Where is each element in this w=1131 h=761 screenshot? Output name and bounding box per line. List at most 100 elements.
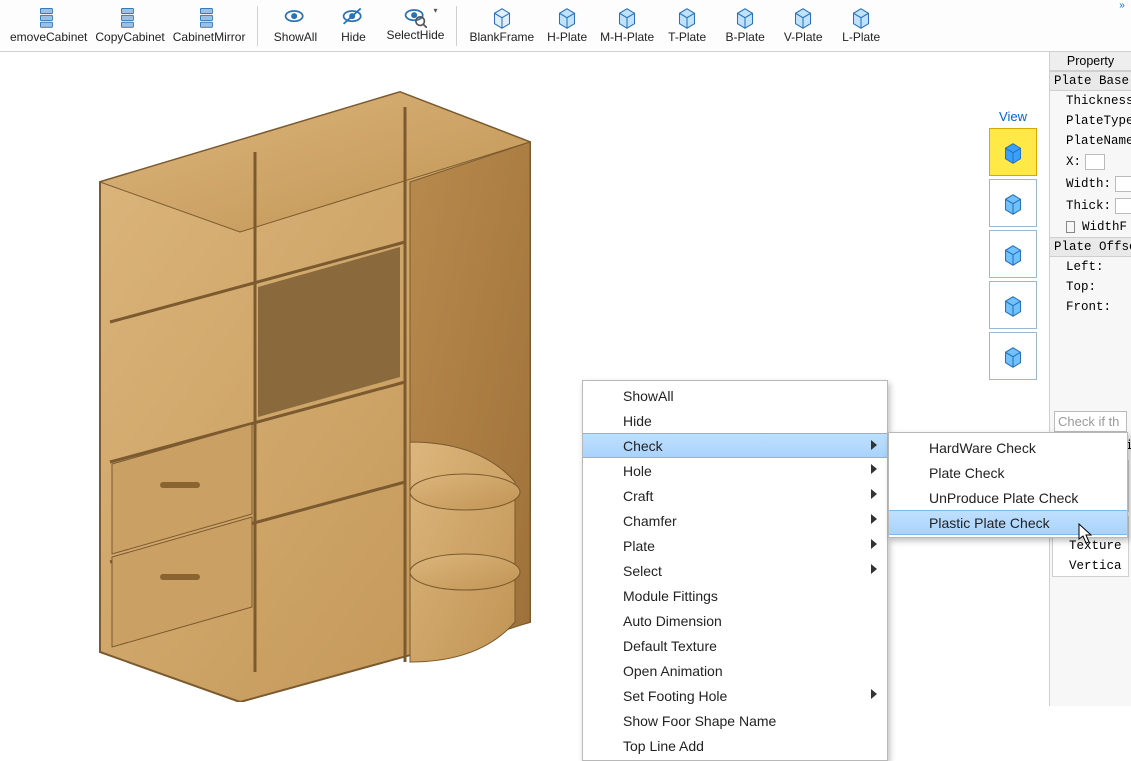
context-menu[interactable]: ShowAll Hide CheckHole Craft Chamfer PlateSel… <box>582 380 888 761</box>
ctx-item[interactable]: Open Animation <box>583 658 887 683</box>
submenu-arrow-icon <box>871 489 877 499</box>
ctx-item[interactable]: Check <box>583 433 887 458</box>
prop-input[interactable] <box>1115 176 1131 192</box>
l-plate-button[interactable]: L-Plate <box>832 2 890 51</box>
cube-l-icon <box>848 4 874 30</box>
toolbar: emoveCabinet CopyCabinet CabinetMirror S… <box>0 0 1131 52</box>
prop-row: PlateName: <box>1050 131 1131 151</box>
view-top-button[interactable] <box>989 332 1037 380</box>
ctx-item[interactable]: Auto Dimension <box>583 608 887 633</box>
ctx-item[interactable]: Chamfer <box>583 508 887 533</box>
prop-label: Left: <box>1066 260 1104 274</box>
blank-frame-button[interactable]: BlankFrame <box>465 2 538 51</box>
srv-icon <box>36 4 62 30</box>
remove-cabinet-button[interactable]: emoveCabinet <box>6 2 91 51</box>
ctx-sub-item[interactable]: HardWare Check <box>889 435 1127 460</box>
prop-row: Vertica <box>1053 556 1128 576</box>
ctx-item[interactable]: Set Footing Hole <box>583 683 887 708</box>
prop-input[interactable] <box>1115 198 1131 214</box>
prop-row: PlateType: <box>1050 111 1131 131</box>
submenu-arrow-icon <box>871 564 877 574</box>
ctx-label: Chamfer <box>623 513 677 529</box>
tool-label: BlankFrame <box>469 30 534 44</box>
cube-t-icon <box>674 4 700 30</box>
tool-label: CabinetMirror <box>173 30 246 44</box>
show-all-button[interactable]: ShowAll <box>266 2 324 51</box>
prop-label: PlateType: <box>1066 114 1131 128</box>
section-plate-offset: Plate Offse <box>1050 237 1131 257</box>
cube-mh-icon <box>614 4 640 30</box>
ctx-sub-item[interactable]: Plate Check <box>889 460 1127 485</box>
ctx-item[interactable]: Show Foor Shape Name <box>583 708 887 733</box>
ctx-item[interactable]: ShowAll <box>583 383 887 408</box>
prop-label: Thick: <box>1066 199 1111 213</box>
prop-row: Width: <box>1050 173 1131 195</box>
checkbox-icon[interactable] <box>1066 221 1075 233</box>
ctx-item[interactable]: Craft <box>583 483 887 508</box>
check-if-input[interactable]: Check if th <box>1054 411 1127 432</box>
ctx-label: HardWare Check <box>929 440 1036 456</box>
view-title: View <box>987 109 1039 124</box>
ctx-item[interactable]: Plate <box>583 533 887 558</box>
ctx-item[interactable]: Hole <box>583 458 887 483</box>
tool-label: T-Plate <box>668 30 706 44</box>
prop-label: Top: <box>1066 280 1096 294</box>
ctx-item[interactable]: Hide <box>583 408 887 433</box>
view-front-button[interactable] <box>989 179 1037 227</box>
prop-row: Thick: <box>1050 195 1131 217</box>
view-left-button[interactable] <box>989 230 1037 278</box>
ctx-item[interactable]: Module Fittings <box>583 583 887 608</box>
view-right-button[interactable] <box>989 281 1037 329</box>
srv3-icon <box>196 4 222 30</box>
prop-label: Front: <box>1066 300 1111 314</box>
prop-label: Texture <box>1069 539 1122 553</box>
hide-button[interactable]: Hide <box>324 2 382 51</box>
prop-label: WidthF <box>1082 220 1127 234</box>
ctx-item[interactable]: Default Texture <box>583 633 887 658</box>
ctx-label: Hide <box>623 413 652 429</box>
tool-label: B-Plate <box>726 30 765 44</box>
v-plate-button[interactable]: V-Plate <box>774 2 832 51</box>
cabinet-mirror-button[interactable]: CabinetMirror <box>169 2 250 51</box>
ctx-sub-item[interactable]: Plastic Plate Check <box>889 510 1127 535</box>
b-plate-button[interactable]: B-Plate <box>716 2 774 51</box>
context-submenu-check[interactable]: HardWare Check Plate Check UnProduce Plate… <box>888 432 1128 538</box>
ctx-label: Auto Dimension <box>623 613 722 629</box>
tool-label: CopyCabinet <box>95 30 164 44</box>
prop-row: Left: <box>1050 257 1131 277</box>
ctx-label: UnProduce Plate Check <box>929 490 1078 506</box>
submenu-arrow-icon <box>871 440 877 450</box>
eye-icon <box>282 4 308 30</box>
prop-input[interactable] <box>1085 154 1105 170</box>
prop-label: X: <box>1066 155 1081 169</box>
ctx-item[interactable]: Top Line Add <box>583 733 887 758</box>
h-plate-button[interactable]: H-Plate <box>538 2 596 51</box>
toolbar-overflow-icon[interactable]: » <box>1113 0 1131 18</box>
ctx-label: Plastic Plate Check <box>929 515 1050 531</box>
ctx-item[interactable]: Select <box>583 558 887 583</box>
srv2-icon <box>117 4 143 30</box>
dropdown-caret-icon[interactable]: ▾ <box>433 6 437 15</box>
m-h-plate-button[interactable]: M-H-Plate <box>596 2 658 51</box>
cube-h-icon <box>554 4 580 30</box>
cube-icon <box>489 4 515 30</box>
prop-row: Thickness: <box>1050 91 1131 111</box>
view-iso-button[interactable] <box>989 128 1037 176</box>
submenu-arrow-icon <box>871 539 877 549</box>
property-title: Property <box>1050 52 1131 71</box>
prop-row: WidthF <box>1050 217 1131 237</box>
ctx-label: Craft <box>623 488 653 504</box>
tool-label: H-Plate <box>547 30 587 44</box>
eye-off-icon <box>340 4 366 30</box>
t-plate-button[interactable]: T-Plate <box>658 2 716 51</box>
copy-cabinet-button[interactable]: CopyCabinet <box>91 2 168 51</box>
prop-label: PlateName: <box>1066 134 1131 148</box>
select-hide-button[interactable]: SelectHide▾ <box>382 2 448 51</box>
tool-label: L-Plate <box>842 30 880 44</box>
tool-label: emoveCabinet <box>10 30 87 44</box>
ctx-label: Plate Check <box>929 465 1004 481</box>
ctx-sub-item[interactable]: UnProduce Plate Check <box>889 485 1127 510</box>
property-panel: Property Plate Base Thickness: PlateType:… <box>1049 52 1131 706</box>
eye-sel-icon <box>402 4 428 28</box>
section-plate-base: Plate Base <box>1050 71 1131 91</box>
